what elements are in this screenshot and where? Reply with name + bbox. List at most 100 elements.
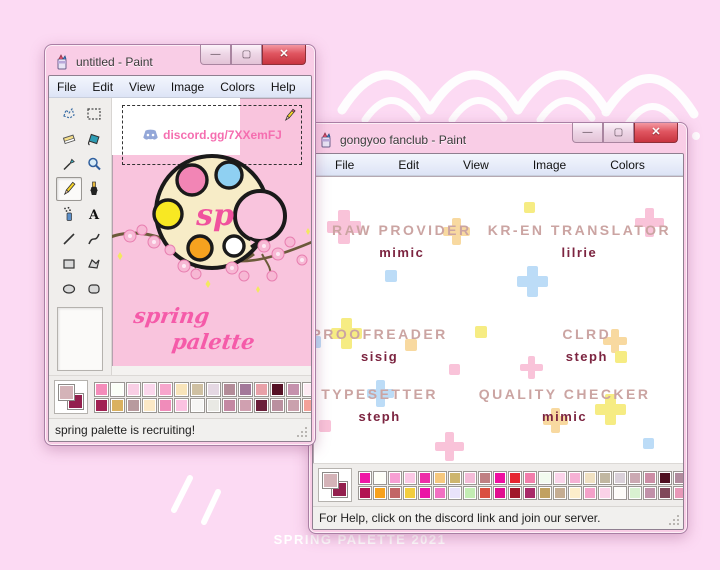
titlebar[interactable]: untitled - Paint — ▢ ✕ [48,45,312,75]
menu-item-edit[interactable]: Edit [84,80,121,94]
color-swatch[interactable] [673,470,683,485]
color-swatch[interactable] [553,470,567,485]
color-swatch[interactable] [463,485,477,500]
color-swatch[interactable] [523,485,537,500]
menu-item-view[interactable]: View [441,158,511,172]
tool-magnifier-icon[interactable] [81,152,107,176]
color-swatch[interactable] [190,397,205,413]
color-swatch[interactable] [126,381,141,397]
color-swatch[interactable] [643,485,657,500]
resize-grip[interactable] [677,523,679,525]
paint-canvas[interactable]: discord.gg/7XXemFJ sp spring palette [112,98,311,366]
color-swatch[interactable] [493,470,507,485]
tool-polygon-icon[interactable] [81,252,107,276]
tool-brush-icon[interactable] [81,177,107,201]
foreground-background-colors[interactable] [54,380,88,414]
color-swatch[interactable] [418,470,432,485]
tool-select-icon[interactable] [81,102,107,126]
color-swatch[interactable] [388,470,402,485]
tool-ellipse-icon[interactable] [56,277,82,301]
color-swatch[interactable] [403,470,417,485]
color-swatch[interactable] [523,470,537,485]
color-swatch[interactable] [493,485,507,500]
color-swatch[interactable] [206,397,221,413]
menu-item-edit[interactable]: Edit [376,158,441,172]
close-button[interactable]: ✕ [262,45,306,65]
color-swatch[interactable] [254,397,269,413]
color-swatch[interactable] [508,485,522,500]
color-swatch[interactable] [433,485,447,500]
color-swatch[interactable] [448,485,462,500]
tool-free-form-select-icon[interactable] [56,102,82,126]
color-swatch[interactable] [658,485,672,500]
tool-eraser-icon[interactable] [56,127,82,151]
titlebar[interactable]: gongyoo fanclub - Paint — ▢ ✕ [312,123,684,153]
menu-item-colors[interactable]: Colors [588,158,667,172]
maximize-button[interactable]: ▢ [603,123,634,143]
color-swatch[interactable] [673,485,683,500]
color-swatch[interactable] [254,381,269,397]
color-swatch[interactable] [418,485,432,500]
tool-rectangle-icon[interactable] [56,252,82,276]
color-swatch[interactable] [538,485,552,500]
paint-window-untitled[interactable]: untitled - Paint — ▢ ✕ File Edit View Image… [44,44,316,446]
color-swatch[interactable] [568,485,582,500]
color-swatch[interactable] [568,470,582,485]
color-swatch[interactable] [538,470,552,485]
menu-item-help[interactable]: Help [263,80,304,94]
color-swatch[interactable] [286,381,301,397]
color-swatch[interactable] [478,470,492,485]
color-swatch[interactable] [174,381,189,397]
color-swatch[interactable] [110,397,125,413]
color-swatch[interactable] [628,485,642,500]
minimize-button[interactable]: — [200,45,231,65]
color-swatch[interactable] [142,397,157,413]
maximize-button[interactable]: ▢ [231,45,262,65]
close-button[interactable]: ✕ [634,123,678,143]
color-swatch[interactable] [643,470,657,485]
tool-pick-color-icon[interactable] [56,152,82,176]
discord-invite-link[interactable]: discord.gg/7XXemFJ [163,128,282,142]
color-swatch[interactable] [598,485,612,500]
foreground-background-colors[interactable] [318,468,352,502]
menu-item-file[interactable]: File [313,158,376,172]
color-swatch[interactable] [238,397,253,413]
color-swatch[interactable] [358,470,372,485]
color-swatch[interactable] [158,381,173,397]
color-swatch[interactable] [94,381,109,397]
color-swatch[interactable] [448,470,462,485]
menu-item-image[interactable]: Image [163,80,212,94]
color-swatch[interactable] [553,485,567,500]
color-swatch[interactable] [373,485,387,500]
color-swatch[interactable] [126,397,141,413]
tool-pencil-icon[interactable] [55,177,82,201]
menu-item-colors[interactable]: Colors [212,80,263,94]
color-swatch[interactable] [628,470,642,485]
color-swatch[interactable] [286,397,301,413]
tool-fill-with-color-icon[interactable] [81,127,107,151]
color-swatch[interactable] [158,397,173,413]
tool-line-icon[interactable] [56,227,82,251]
color-swatch[interactable] [302,397,311,413]
color-swatch[interactable] [174,397,189,413]
color-swatch[interactable] [270,381,285,397]
color-swatch[interactable] [613,485,627,500]
color-swatch[interactable] [94,397,109,413]
tool-text-icon[interactable]: A [81,202,107,226]
color-swatch[interactable] [433,470,447,485]
color-swatch[interactable] [403,485,417,500]
color-swatch[interactable] [222,381,237,397]
color-swatch[interactable] [508,470,522,485]
menu-item-image[interactable]: Image [511,158,588,172]
paint-window-gongyoo-fanclub[interactable]: gongyoo fanclub - Paint — ▢ ✕ File Edit Vi… [308,122,688,534]
color-swatch[interactable] [222,397,237,413]
color-swatch[interactable] [206,381,221,397]
tool-options-box[interactable] [57,307,103,371]
color-swatch[interactable] [270,397,285,413]
color-swatch[interactable] [478,485,492,500]
minimize-button[interactable]: — [572,123,603,143]
menu-item-help[interactable]: Help [667,158,683,172]
paint-canvas[interactable]: RAW PROVIDER mimic KR-EN TRANSLATOR lilrie P… [313,176,683,463]
color-swatch[interactable] [388,485,402,500]
color-swatch[interactable] [583,485,597,500]
